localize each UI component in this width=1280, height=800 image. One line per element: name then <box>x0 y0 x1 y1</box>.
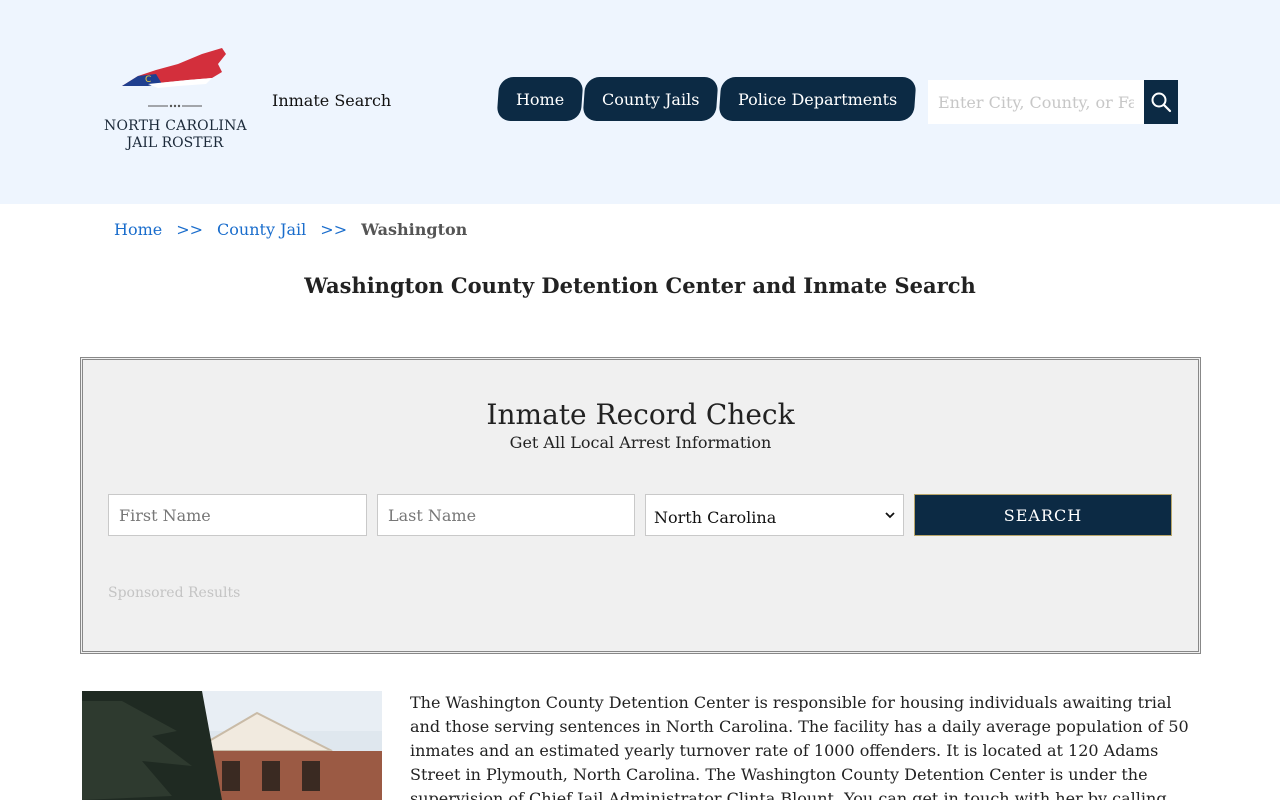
inmate-record-check-panel: Inmate Record Check Get All Local Arrest… <box>80 357 1201 654</box>
record-check-title: Inmate Record Check <box>486 398 795 431</box>
facility-image <box>82 691 382 800</box>
record-search-button[interactable]: SEARCH <box>914 494 1172 536</box>
state-select[interactable]: North Carolina <box>645 494 904 536</box>
site-header: C NORTH CAROLINA JAIL ROSTER Inmate Sear… <box>0 0 1280 204</box>
first-name-input[interactable] <box>108 494 367 536</box>
breadcrumb: Home >> County Jail >> Washington <box>114 220 467 239</box>
nav-county-jails-label: County Jails <box>602 89 700 109</box>
last-name-input[interactable] <box>377 494 635 536</box>
svg-text:C: C <box>145 75 151 85</box>
breadcrumb-separator: >> <box>176 220 204 239</box>
chevron-down-icon <box>885 512 895 519</box>
nav-police-departments-label: Police Departments <box>737 89 897 109</box>
sponsored-results-label: Sponsored Results <box>108 585 241 601</box>
breadcrumb-county-jail[interactable]: County Jail <box>217 220 306 239</box>
logo-text-line1: NORTH CAROLINA <box>104 118 247 134</box>
breadcrumb-separator: >> <box>320 220 348 239</box>
nav-county-jails[interactable]: County Jails <box>582 77 720 121</box>
nav-home-label: Home <box>516 89 565 109</box>
facility-photo <box>82 691 382 800</box>
site-search <box>928 80 1178 124</box>
record-check-subtitle: Get All Local Arrest Information <box>509 433 772 452</box>
state-select-value: North Carolina <box>654 507 777 527</box>
nc-map-icon: C <box>122 48 226 108</box>
magnifier-icon <box>1151 92 1172 113</box>
nav-police-departments[interactable]: Police Departments <box>718 77 917 121</box>
site-search-button[interactable] <box>1144 80 1178 124</box>
breadcrumb-current: Washington <box>361 220 468 239</box>
nav-home[interactable]: Home <box>496 77 584 121</box>
inmate-search-link[interactable]: Inmate Search <box>272 91 391 110</box>
breadcrumb-home[interactable]: Home <box>114 220 162 239</box>
page-title: Washington County Detention Center and I… <box>304 273 976 298</box>
site-logo[interactable]: C NORTH CAROLINA JAIL ROSTER <box>104 44 247 156</box>
main-nav: Home County Jails Police Departments <box>496 77 917 121</box>
facility-description: The Washington County Detention Center i… <box>410 693 1189 800</box>
site-search-input[interactable] <box>928 80 1144 124</box>
logo-text-line2: JAIL ROSTER <box>126 135 224 151</box>
